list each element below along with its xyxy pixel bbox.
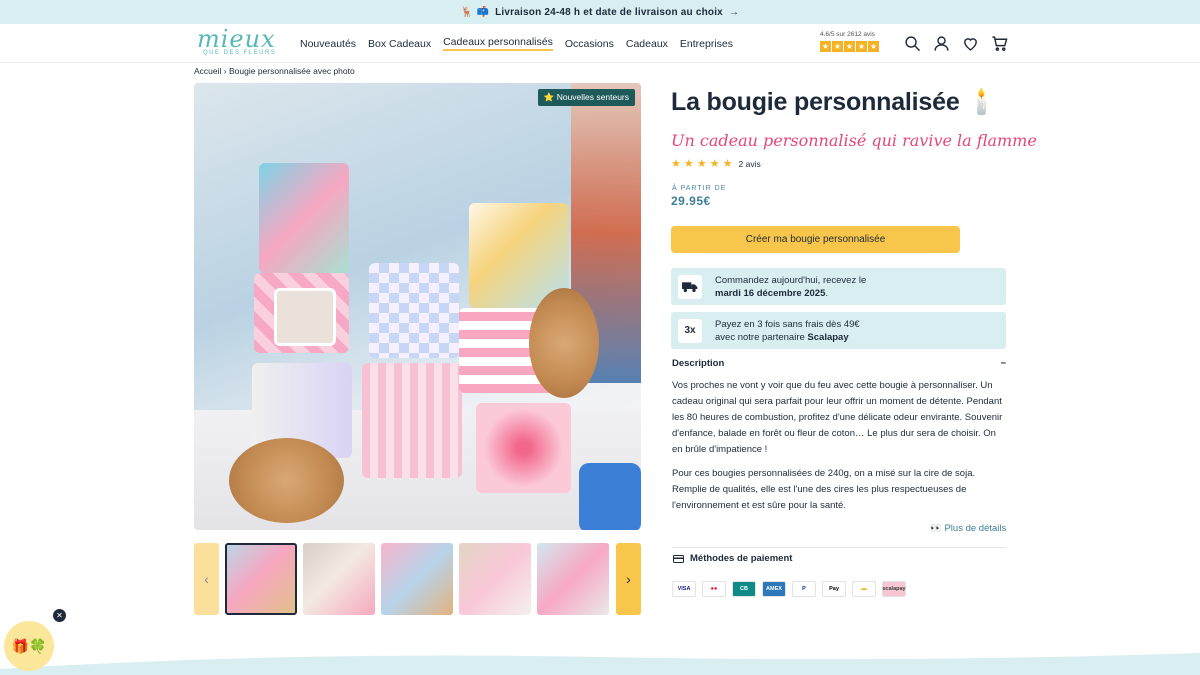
- candle-jar: [369, 263, 459, 358]
- nav-item-entreprises[interactable]: Entreprises: [680, 38, 733, 50]
- product-main-image[interactable]: ⭐ Nouvelles senteurs: [194, 83, 641, 530]
- breadcrumb-current: Bougie personnalisée avec photo: [229, 66, 355, 76]
- nav-item-occasions[interactable]: Occasions: [565, 38, 614, 50]
- thumbnail[interactable]: [381, 543, 453, 615]
- header-icons: [903, 34, 1009, 53]
- cork-lid: [529, 288, 599, 398]
- product-price: 29.95€: [671, 194, 711, 208]
- delivery-line: Commandez aujourd'hui, recevez le: [715, 274, 867, 286]
- cork-lid: [229, 438, 344, 523]
- delivery-info: Commandez aujourd'hui, recevez le mardi …: [671, 268, 1006, 305]
- divider: [672, 547, 1006, 548]
- truck-icon: [678, 274, 702, 299]
- star-icon: ★: [832, 41, 843, 52]
- nav-item-cadeaux[interactable]: Cadeaux: [626, 38, 668, 50]
- description-paragraph: Pour ces bougies personnalisées de 240g,…: [672, 468, 976, 511]
- split-payment-info: 3x Payez en 3 fois sans frais dès 49€ av…: [671, 312, 1006, 349]
- card-icon: [673, 554, 684, 563]
- cart-icon[interactable]: [990, 34, 1009, 53]
- description-header[interactable]: Description −: [672, 358, 1006, 369]
- heart-icon[interactable]: [961, 34, 980, 53]
- rating-stars: ★ ★ ★ ★ ★: [820, 41, 886, 52]
- payment-methods-header: Méthodes de paiement: [673, 553, 792, 564]
- arrow-right-icon: →: [728, 6, 740, 18]
- thumb-next-button[interactable]: ›: [616, 543, 641, 615]
- breadcrumb-home[interactable]: Accueil: [194, 66, 221, 76]
- review-count[interactable]: 2 avis: [739, 159, 761, 169]
- payment-methods-heading: Méthodes de paiement: [690, 553, 793, 564]
- payment-method-logo: VISA: [672, 581, 696, 597]
- description-heading: Description: [672, 358, 725, 369]
- thumbnail[interactable]: [459, 543, 531, 615]
- site-header: mieux QUE DES FLEURS Nouveautés Box Cade…: [0, 24, 1200, 63]
- split-payment-text: Payez en 3 fois sans frais dès 49€ avec …: [715, 318, 860, 344]
- announcement-text: Livraison 24-48 h et date de livraison a…: [495, 6, 723, 18]
- candle-jar: [274, 288, 336, 346]
- create-candle-button[interactable]: Créer ma bougie personnalisée: [671, 226, 960, 253]
- split-payment-partner-label: avec notre partenaire: [715, 331, 805, 343]
- gift-widget-button[interactable]: 🎁🍀: [4, 621, 54, 671]
- delivery-suffix: .: [825, 287, 829, 299]
- mug: [579, 463, 641, 530]
- more-details-link[interactable]: 👀 Plus de détails: [930, 523, 1006, 534]
- payment-method-logo: AMEX: [762, 581, 786, 597]
- price-from-label: À PARTIR DE: [672, 185, 727, 192]
- product-rating[interactable]: ★ ★ ★ ★ ★ 2 avis: [671, 157, 761, 170]
- thumbnail[interactable]: [225, 543, 297, 615]
- logo[interactable]: mieux QUE DES FLEURS: [197, 25, 279, 58]
- nav-item-nouveautes[interactable]: Nouveautés: [300, 38, 356, 50]
- payment-methods-list: VISA ●● CB AMEX P Pay ▬ scalapay: [672, 581, 906, 597]
- payment-method-logo: CB: [732, 581, 756, 597]
- star-icon: ★: [868, 41, 879, 52]
- split-payment-line: Payez en 3 fois sans frais dès 49€: [715, 318, 860, 330]
- thumbnail[interactable]: [537, 543, 609, 615]
- logo-word: mieux: [197, 25, 276, 53]
- rating-text: 4.6/5 sur 2612 avis: [820, 31, 875, 38]
- star-icon: ★: [820, 41, 831, 52]
- delivery-date: mardi 16 décembre 2025: [715, 287, 826, 299]
- collapse-icon[interactable]: −: [1000, 358, 1006, 369]
- payment-method-logo: scalapay: [882, 581, 906, 597]
- close-icon[interactable]: ✕: [53, 609, 66, 622]
- star-icon: ★: [844, 41, 855, 52]
- new-scents-badge: ⭐ Nouvelles senteurs: [537, 89, 635, 106]
- nav-item-box-cadeaux[interactable]: Box Cadeaux: [368, 38, 431, 50]
- description-body: Vos proches ne vont y voir que du feu av…: [672, 378, 1007, 522]
- star-icon: ★: [856, 41, 867, 52]
- split-payment-partner: Scalapay: [807, 331, 849, 343]
- description-paragraph: Vos proches ne vont y voir que du feu av…: [672, 380, 1003, 455]
- nav-item-cadeaux-personnalises[interactable]: Cadeaux personnalisés: [443, 36, 553, 51]
- candle-jar: [362, 363, 462, 478]
- breadcrumb-separator: ›: [223, 66, 227, 76]
- payment-method-logo: P: [792, 581, 816, 597]
- split-payment-icon: 3x: [678, 318, 702, 343]
- product-title: La bougie personnalisée 🕯️: [671, 88, 998, 116]
- search-icon[interactable]: [903, 34, 922, 53]
- rating-stars: ★ ★ ★ ★ ★: [671, 158, 733, 170]
- payment-method-logo: Pay: [822, 581, 846, 597]
- logo-tagline: QUE DES FLEURS: [203, 50, 277, 56]
- footer-wave: [0, 653, 1200, 675]
- thumbnail[interactable]: [303, 543, 375, 615]
- payment-method-logo: ●●: [702, 581, 726, 597]
- payment-method-logo: ▬: [852, 581, 876, 597]
- thumb-prev-button[interactable]: ‹: [194, 543, 219, 615]
- breadcrumb: Accueil › Bougie personnalisée avec phot…: [194, 66, 355, 76]
- thumbnail-strip: ‹ ›: [194, 543, 641, 615]
- delivery-icon: 🦌 📫: [460, 6, 490, 18]
- candle-jar: [259, 163, 349, 273]
- product-subtitle: Un cadeau personnalisé qui ravive la fla…: [671, 131, 1037, 150]
- main-nav: Nouveautés Box Cadeaux Cadeaux personnal…: [300, 24, 733, 63]
- announcement-bar[interactable]: 🦌 📫 Livraison 24-48 h et date de livrais…: [0, 0, 1200, 24]
- store-rating[interactable]: 4.6/5 sur 2612 avis ★ ★ ★ ★ ★: [820, 31, 886, 52]
- candle-jar: [476, 403, 571, 493]
- delivery-text: Commandez aujourd'hui, recevez le mardi …: [715, 274, 866, 300]
- account-icon[interactable]: [932, 34, 951, 53]
